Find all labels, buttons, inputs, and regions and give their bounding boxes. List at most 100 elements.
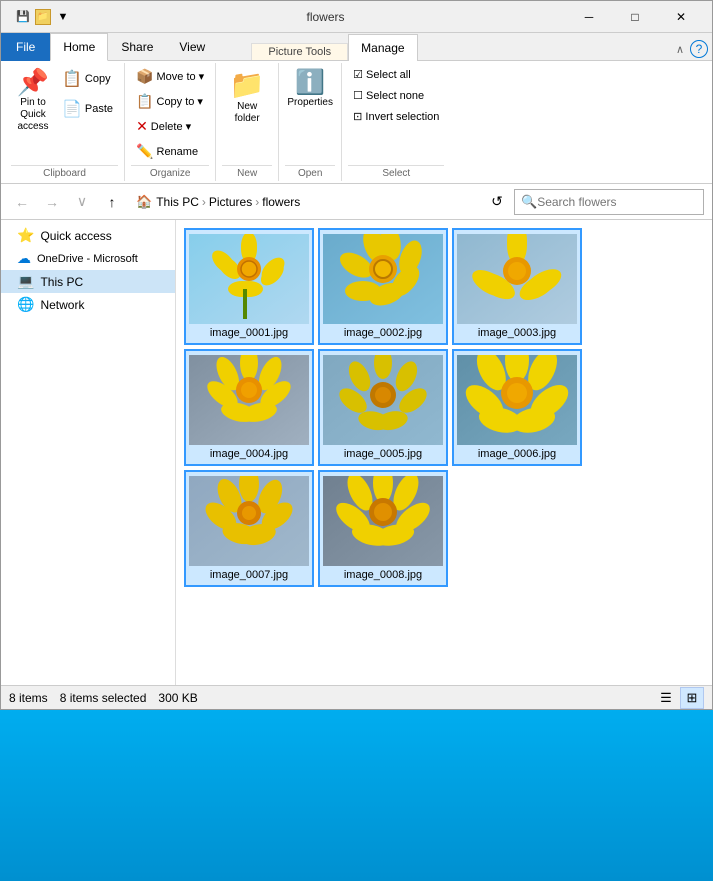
file-name-2: image_0002.jpg	[344, 327, 422, 339]
view-buttons: ☰ ⊞	[654, 687, 704, 709]
pin-icon: 📌	[17, 68, 49, 97]
refresh-button[interactable]: ↺	[484, 189, 510, 215]
sidebar-label-onedrive: OneDrive - Microsoft	[37, 253, 138, 265]
search-input[interactable]	[537, 195, 697, 209]
select-none-button[interactable]: ☐ Select none	[348, 86, 429, 105]
desktop	[0, 710, 713, 881]
move-to-arrow: ▾	[199, 70, 205, 83]
copy-to-button[interactable]: 📋 Copy to ▾	[131, 90, 208, 113]
move-to-button[interactable]: 📦 Move to ▾	[131, 65, 209, 88]
tab-share[interactable]: Share	[108, 33, 166, 61]
maximize-button[interactable]: □	[612, 1, 658, 33]
file-item-6[interactable]: image_0006.jpg	[452, 349, 582, 466]
qat-dropdown[interactable]: ▼	[53, 7, 73, 27]
delete-button[interactable]: ✕ Delete ▾	[131, 115, 196, 138]
delete-icon: ✕	[136, 118, 148, 135]
properties-icon: ℹ️	[295, 68, 325, 97]
sidebar-label-this-pc: This PC	[40, 275, 83, 289]
address-bar[interactable]: 🏠 This PC › Pictures › flowers	[129, 189, 480, 215]
close-button[interactable]: ✕	[658, 1, 704, 33]
breadcrumb-sep-1: ›	[202, 195, 206, 209]
pin-label: Pin to Quick access	[16, 97, 50, 133]
thumb-7	[189, 476, 309, 566]
paste-button[interactable]: 📄 Paste	[57, 95, 118, 123]
thumb-5	[323, 355, 443, 445]
window-controls: ─ □ ✕	[566, 1, 704, 33]
this-pc-icon: 💻	[17, 273, 34, 290]
invert-selection-button[interactable]: ⊡ Invert selection	[348, 107, 444, 126]
select-group-label: Select	[348, 165, 444, 179]
sidebar-item-onedrive[interactable]: ☁ OneDrive - Microsoft	[1, 247, 175, 270]
new-folder-button[interactable]: 📁 Newfolder	[222, 65, 272, 128]
tab-view[interactable]: View	[166, 33, 218, 61]
file-item-4[interactable]: image_0004.jpg	[184, 349, 314, 466]
sidebar-item-quick-access[interactable]: ⭐ Quick access	[1, 224, 175, 247]
sidebar: ⭐ Quick access ☁ OneDrive - Microsoft 💻 …	[1, 220, 176, 685]
copy-to-icon: 📋	[136, 93, 153, 110]
delete-arrow: ▾	[186, 120, 192, 133]
open-group: ℹ️ Properties Open	[279, 63, 342, 181]
tab-home[interactable]: Home	[50, 33, 108, 61]
breadcrumb-this-pc: This PC	[156, 195, 199, 209]
status-info: 8 items 8 items selected 300 KB	[9, 691, 198, 705]
breadcrumb-home-icon: 🏠	[136, 194, 152, 210]
large-icons-view-button[interactable]: ⊞	[680, 687, 704, 709]
recent-locations-button[interactable]: ∨	[69, 189, 95, 215]
up-button[interactable]: ↑	[99, 189, 125, 215]
organize-label: Organize	[131, 165, 209, 179]
select-all-button[interactable]: ☑ Select all	[348, 65, 416, 84]
minimize-button[interactable]: ─	[566, 1, 612, 33]
file-name-6: image_0006.jpg	[478, 448, 556, 460]
pin-to-quick-access-button[interactable]: 📌 Pin to Quick access	[11, 65, 55, 136]
search-icon: 🔍	[521, 194, 537, 210]
move-to-icon: 📦	[136, 68, 153, 85]
copy-button[interactable]: 📋 Copy	[57, 65, 118, 93]
ribbon-collapse-btn[interactable]: ∧	[672, 41, 688, 58]
file-item-8[interactable]: image_0008.jpg	[318, 470, 448, 587]
paste-label: Paste	[85, 103, 113, 115]
quick-access-icon: ⭐	[17, 227, 34, 244]
move-to-label: Move to	[157, 71, 196, 83]
sidebar-item-this-pc[interactable]: 💻 This PC	[1, 270, 175, 293]
nav-bar: ← → ∨ ↑ 🏠 This PC › Pictures › flowers ↺…	[1, 184, 712, 220]
copy-to-label: Copy to	[157, 96, 195, 108]
invert-label: Invert selection	[365, 111, 439, 123]
back-button[interactable]: ←	[9, 189, 35, 215]
rename-button[interactable]: ✏️ Rename	[131, 140, 203, 163]
file-name-4: image_0004.jpg	[210, 448, 288, 460]
breadcrumb-flowers: flowers	[262, 195, 300, 209]
select-none-label: Select none	[366, 90, 424, 102]
file-name-7: image_0007.jpg	[210, 569, 288, 581]
file-item-3[interactable]: image_0003.jpg	[452, 228, 582, 345]
file-item-1[interactable]: image_0001.jpg	[184, 228, 314, 345]
new-group-label: New	[222, 165, 272, 179]
help-btn[interactable]: ?	[690, 40, 708, 58]
file-item-5[interactable]: image_0005.jpg	[318, 349, 448, 466]
file-name-3: image_0003.jpg	[478, 327, 556, 339]
window-title: flowers	[85, 10, 566, 24]
search-box[interactable]: 🔍	[514, 189, 704, 215]
properties-button[interactable]: ℹ️ Properties	[285, 65, 335, 111]
forward-button[interactable]: →	[39, 189, 65, 215]
select-none-icon: ☐	[353, 89, 363, 102]
qat-save[interactable]: 💾	[13, 7, 33, 27]
tab-file[interactable]: File	[1, 33, 50, 61]
details-view-button[interactable]: ☰	[654, 687, 678, 709]
ribbon-content: 📌 Pin to Quick access 📋 Copy 📄 Paste	[1, 61, 712, 183]
file-item-2[interactable]: image_0002.jpg	[318, 228, 448, 345]
select-all-label: Select all	[366, 69, 411, 81]
new-folder-icon: 📁	[230, 68, 265, 101]
selected-count: 8 items selected	[60, 691, 147, 705]
network-icon: 🌐	[17, 296, 34, 313]
thumb-3	[457, 234, 577, 324]
ribbon: File Home Share View Picture Tools Manag…	[1, 33, 712, 184]
clipboard-label: Clipboard	[11, 165, 118, 179]
title-bar: 💾 📁 ▼ flowers ─ □ ✕	[1, 1, 712, 33]
tab-manage[interactable]: Manage	[348, 34, 417, 61]
picture-tools-header: Picture Tools	[251, 43, 348, 60]
sidebar-label-network: Network	[40, 298, 84, 312]
file-item-7[interactable]: image_0007.jpg	[184, 470, 314, 587]
item-count: 8 items	[9, 691, 48, 705]
sidebar-item-network[interactable]: 🌐 Network	[1, 293, 175, 316]
status-bar: 8 items 8 items selected 300 KB ☰ ⊞	[1, 685, 712, 709]
